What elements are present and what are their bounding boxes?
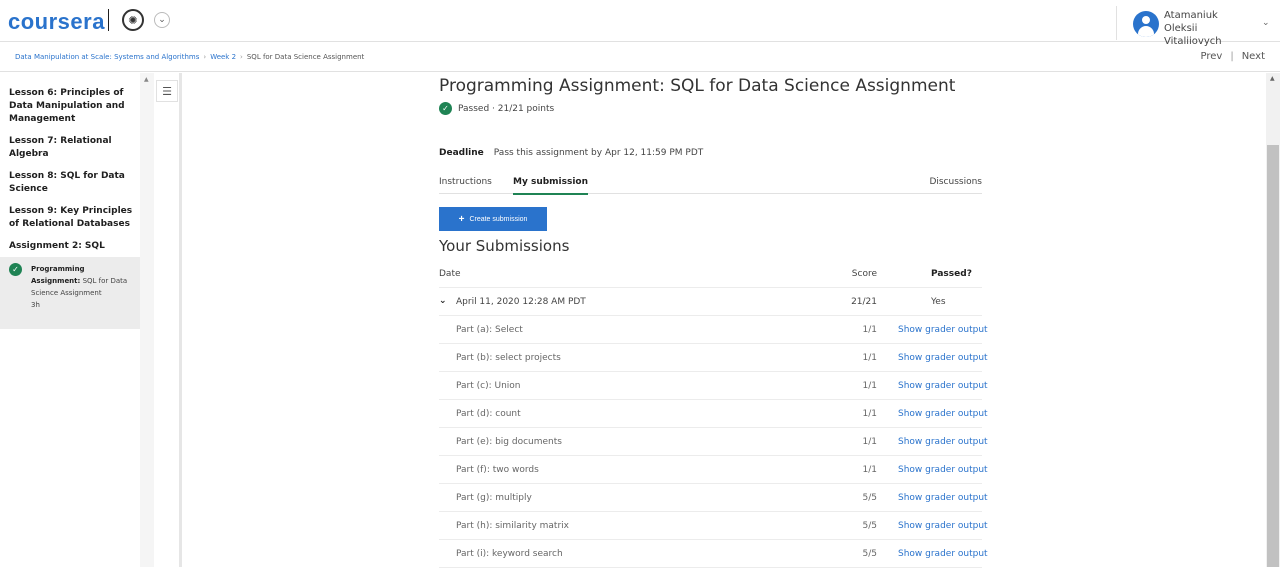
page-title: Programming Assignment: SQL for Data Sci… bbox=[439, 76, 956, 96]
submission-row[interactable]: ⌄ April 11, 2020 12:28 AM PDT 21/21 Yes bbox=[439, 288, 982, 316]
table-row: Part (b): select projects 1/1 Show grade… bbox=[439, 344, 988, 372]
submission-date: April 11, 2020 12:28 AM PDT bbox=[456, 297, 586, 307]
part-name: Part (f): two words bbox=[456, 465, 539, 475]
active-assignment-text: Programming Assignment: SQL for Data Sci… bbox=[31, 263, 131, 311]
check-circle-icon: ✓ bbox=[9, 263, 22, 276]
show-grader-output-link[interactable]: Show grader output bbox=[898, 353, 988, 363]
column-header-date: Date bbox=[439, 269, 461, 279]
table-of-contents-icon[interactable]: ☰ bbox=[156, 80, 178, 102]
breadcrumb-separator-icon: › bbox=[240, 53, 243, 61]
table-row: Part (d): count 1/1 Show grader output bbox=[439, 400, 988, 428]
prev-button[interactable]: Prev bbox=[1201, 51, 1223, 62]
table-row: Part (g): multiply 5/5 Show grader outpu… bbox=[439, 484, 988, 512]
sidebar-item-lesson-7[interactable]: Lesson 7: Relational Algebra bbox=[9, 135, 134, 161]
sidebar-item-lesson-6[interactable]: Lesson 6: Principles of Data Manipulatio… bbox=[9, 87, 134, 126]
breadcrumb-separator-icon: › bbox=[203, 53, 207, 61]
table-row: Part (i): keyword search 5/5 Show grader… bbox=[439, 540, 988, 568]
part-score: 5/5 bbox=[862, 549, 877, 559]
show-grader-output-link[interactable]: Show grader output bbox=[898, 325, 988, 335]
part-score: 1/1 bbox=[862, 437, 877, 447]
breadcrumb-bar: Data Manipulation at Scale: Systems and … bbox=[0, 43, 1280, 72]
deadline: Deadline Pass this assignment by Apr 12, … bbox=[439, 148, 703, 158]
show-grader-output-link[interactable]: Show grader output bbox=[898, 521, 988, 531]
nav-separator: | bbox=[1230, 51, 1234, 62]
status-badge: ✓ Passed · 21/21 points bbox=[439, 102, 554, 115]
deadline-label: Deadline bbox=[439, 148, 484, 158]
sidebar-item-lesson-8[interactable]: Lesson 8: SQL for Data Science bbox=[9, 170, 134, 196]
next-button[interactable]: Next bbox=[1242, 51, 1265, 62]
prev-next-nav: Prev | Next bbox=[1201, 51, 1266, 62]
show-grader-output-link[interactable]: Show grader output bbox=[898, 409, 988, 419]
sidebar-item-assignment-2[interactable]: Assignment 2: SQL bbox=[9, 240, 134, 253]
sidebar-scrollbar[interactable] bbox=[140, 73, 154, 567]
deadline-text: Pass this assignment by Apr 12, 11:59 PM… bbox=[493, 148, 704, 158]
part-name: Part (a): Select bbox=[456, 325, 523, 335]
part-score: 5/5 bbox=[862, 493, 877, 503]
create-submission-button[interactable]: + Create submission bbox=[439, 207, 547, 231]
avatar[interactable] bbox=[1133, 11, 1159, 37]
part-score: 1/1 bbox=[862, 465, 877, 475]
tab-my-submission[interactable]: My submission bbox=[513, 177, 589, 195]
chevron-down-icon[interactable]: ⌄ bbox=[439, 296, 447, 306]
check-circle-icon: ✓ bbox=[439, 102, 452, 115]
scrollbar-thumb[interactable] bbox=[1267, 145, 1279, 567]
show-grader-output-link[interactable]: Show grader output bbox=[898, 493, 988, 503]
column-header-score: Score bbox=[851, 269, 877, 279]
tab-instructions[interactable]: Instructions bbox=[439, 177, 492, 187]
sidebar-item-active-assignment[interactable]: ✓ Programming Assignment: SQL for Data S… bbox=[0, 257, 141, 329]
table-row: Part (a): Select 1/1 Show grader output bbox=[439, 316, 988, 344]
active-assignment-duration: 3h bbox=[31, 301, 40, 309]
submissions-heading: Your Submissions bbox=[439, 237, 570, 255]
user-menu-chevron-icon[interactable]: ⌄ bbox=[1262, 18, 1270, 28]
scroll-up-arrow-icon[interactable]: ▲ bbox=[144, 76, 149, 83]
plus-icon: + bbox=[458, 213, 465, 225]
show-grader-output-link[interactable]: Show grader output bbox=[898, 549, 988, 559]
part-name: Part (c): Union bbox=[456, 381, 521, 391]
submission-score: 21/21 bbox=[851, 297, 877, 307]
sidebar-item-lesson-9[interactable]: Lesson 9: Key Principles of Relational D… bbox=[9, 205, 134, 231]
breadcrumb-week[interactable]: Week 2 bbox=[210, 53, 236, 61]
part-name: Part (g): multiply bbox=[456, 493, 532, 503]
lesson-sidebar: Lesson 6: Principles of Data Manipulatio… bbox=[0, 73, 141, 567]
table-row: Part (h): similarity matrix 5/5 Show gra… bbox=[439, 512, 988, 540]
logo-divider bbox=[108, 9, 109, 31]
part-name: Part (e): big documents bbox=[456, 437, 562, 447]
part-name: Part (h): similarity matrix bbox=[456, 521, 569, 531]
breadcrumb: Data Manipulation at Scale: Systems and … bbox=[15, 53, 364, 61]
table-header: Date Score Passed? bbox=[439, 260, 982, 288]
breadcrumb-current: SQL for Data Science Assignment bbox=[246, 53, 365, 61]
chevron-down-icon[interactable]: ⌄ bbox=[154, 12, 170, 28]
coursera-logo[interactable]: coursera bbox=[8, 9, 105, 35]
top-bar: coursera ✺ ⌄ Atamaniuk Oleksii Vitaliiov… bbox=[0, 0, 1280, 47]
part-score: 5/5 bbox=[862, 521, 877, 531]
show-grader-output-link[interactable]: Show grader output bbox=[898, 437, 988, 447]
part-name: Part (b): select projects bbox=[456, 353, 561, 363]
user-divider bbox=[1116, 6, 1117, 40]
main-scrollbar[interactable]: ▲ bbox=[1266, 73, 1280, 567]
university-seal-icon[interactable]: ✺ bbox=[122, 9, 144, 31]
scroll-up-arrow-icon[interactable]: ▲ bbox=[1270, 75, 1275, 82]
tab-discussions[interactable]: Discussions bbox=[929, 177, 982, 187]
show-grader-output-link[interactable]: Show grader output bbox=[898, 381, 988, 391]
table-row: Part (c): Union 1/1 Show grader output bbox=[439, 372, 988, 400]
table-row: Part (f): two words 1/1 Show grader outp… bbox=[439, 456, 988, 484]
create-submission-label: Create submission bbox=[469, 215, 528, 223]
part-name: Part (d): count bbox=[456, 409, 521, 419]
column-header-passed: Passed? bbox=[931, 269, 972, 279]
status-text: Passed · 21/21 points bbox=[458, 104, 555, 114]
submission-passed: Yes bbox=[931, 297, 946, 307]
breadcrumb-course[interactable]: Data Manipulation at Scale: Systems and … bbox=[15, 53, 199, 61]
table-row: Part (e): big documents 1/1 Show grader … bbox=[439, 428, 988, 456]
part-score: 1/1 bbox=[862, 409, 877, 419]
show-grader-output-link[interactable]: Show grader output bbox=[898, 465, 988, 475]
part-score: 1/1 bbox=[862, 325, 877, 335]
tab-bar: Instructions My submission Discussions bbox=[439, 172, 982, 195]
active-assignment-type: Programming Assignment: bbox=[31, 265, 85, 285]
part-score: 1/1 bbox=[862, 353, 877, 363]
part-score: 1/1 bbox=[862, 381, 877, 391]
part-name: Part (i): keyword search bbox=[456, 549, 563, 559]
toc-column bbox=[154, 73, 182, 567]
